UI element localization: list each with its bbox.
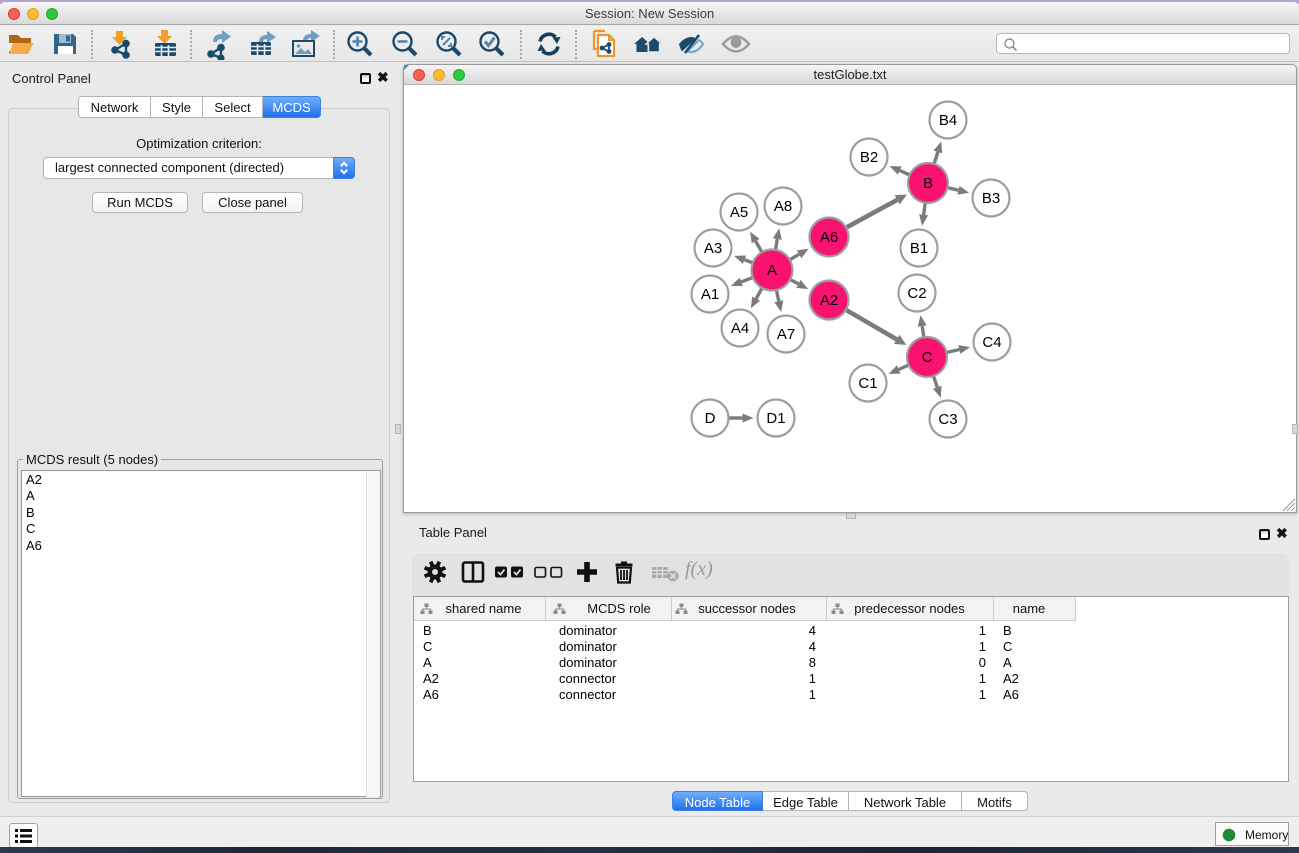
svg-text:B4: B4 bbox=[939, 112, 957, 129]
svg-text:C3: C3 bbox=[938, 411, 957, 428]
svg-text:B: B bbox=[923, 175, 933, 192]
svg-text:A2: A2 bbox=[820, 292, 838, 309]
svg-text:A: A bbox=[767, 262, 777, 279]
svg-text:C1: C1 bbox=[858, 375, 877, 392]
svg-text:A1: A1 bbox=[701, 286, 719, 303]
svg-text:A7: A7 bbox=[777, 326, 795, 343]
svg-text:D: D bbox=[705, 410, 716, 427]
svg-text:C: C bbox=[922, 349, 933, 366]
svg-text:C4: C4 bbox=[982, 334, 1001, 351]
svg-text:A5: A5 bbox=[730, 204, 748, 221]
svg-text:A6: A6 bbox=[820, 229, 838, 246]
svg-text:A4: A4 bbox=[731, 320, 749, 337]
svg-text:A3: A3 bbox=[704, 240, 722, 257]
svg-text:D1: D1 bbox=[766, 410, 785, 427]
svg-text:B2: B2 bbox=[860, 149, 878, 166]
svg-text:C2: C2 bbox=[907, 285, 926, 302]
svg-text:A8: A8 bbox=[774, 198, 792, 215]
svg-text:B3: B3 bbox=[982, 190, 1000, 207]
svg-text:B1: B1 bbox=[910, 240, 928, 257]
